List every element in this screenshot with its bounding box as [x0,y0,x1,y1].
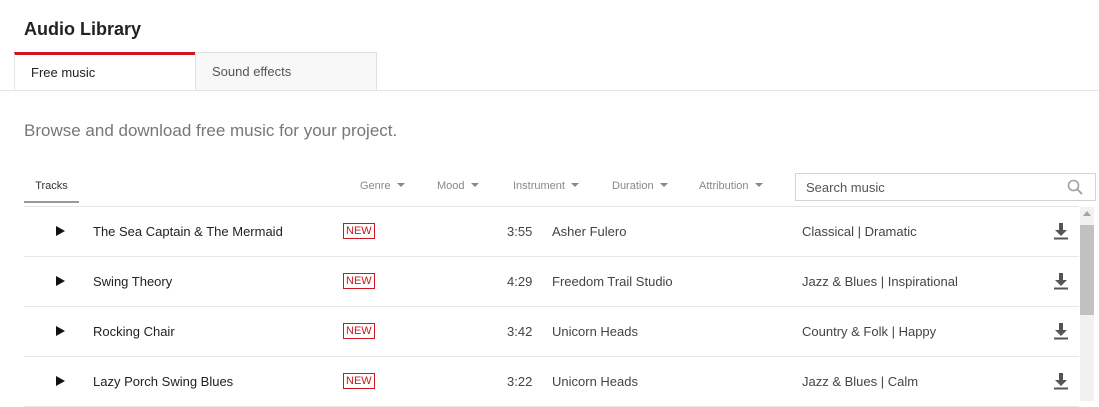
tab-sound-effects[interactable]: Sound effects [195,52,377,90]
download-icon[interactable] [1053,322,1069,340]
track-genre-mood: Jazz & Blues | Calm [802,374,919,389]
track-genre-mood: Country & Folk | Happy [802,324,937,339]
filter-mood-label: Mood [437,180,465,192]
track-row[interactable]: Swing Theory NEW 4:29 Freedom Trail Stud… [24,257,1079,307]
track-duration: 3:22 [507,374,533,389]
play-icon[interactable] [54,225,66,237]
filter-instrument[interactable]: Instrument [513,172,579,200]
track-artist: Freedom Trail Studio [552,274,673,289]
scroll-up-arrow-icon[interactable] [1083,211,1091,216]
filter-instrument-label: Instrument [513,180,565,192]
chevron-down-icon [570,183,579,187]
track-title: Swing Theory [93,274,173,289]
tab-free-music[interactable]: Free music [14,52,195,91]
track-artist: Asher Fulero [552,224,627,239]
page-subtitle: Browse and download free music for your … [24,121,398,140]
filter-duration-label: Duration [612,180,654,192]
search-input[interactable] [796,174,1066,200]
download-icon[interactable] [1053,222,1069,240]
page-title: Audio Library [24,19,142,39]
filter-attribution[interactable]: Attribution [699,172,763,200]
scrollbar-thumb[interactable] [1080,225,1094,315]
tabs-divider [0,90,1099,91]
track-row[interactable]: Lazy Porch Swing Blues NEW 3:22 Unicorn … [24,357,1079,407]
download-icon[interactable] [1053,272,1069,290]
track-row[interactable]: Rocking Chair NEW 3:42 Unicorn Heads Cou… [24,307,1079,357]
new-badge: NEW [343,373,375,389]
track-genre-mood: Classical | Dramatic [802,224,917,239]
filter-duration[interactable]: Duration [612,172,668,200]
track-artist: Unicorn Heads [552,374,638,389]
chevron-down-icon [754,183,763,187]
scrollbar[interactable] [1080,207,1094,401]
filter-genre-label: Genre [360,180,391,192]
search-icon[interactable] [1067,179,1083,195]
track-duration: 3:55 [507,224,533,239]
track-title: Lazy Porch Swing Blues [93,374,234,389]
track-row[interactable]: The Sea Captain & The Mermaid NEW 3:55 A… [24,207,1079,257]
new-badge: NEW [343,273,375,289]
play-icon[interactable] [54,375,66,387]
new-badge: NEW [343,223,375,239]
track-title: Rocking Chair [93,324,175,339]
filter-attribution-label: Attribution [699,180,749,192]
track-genre-mood: Jazz & Blues | Inspirational [802,274,958,289]
track-duration: 4:29 [507,274,533,289]
new-badge: NEW [343,323,375,339]
track-title: The Sea Captain & The Mermaid [93,224,283,239]
search-box [795,173,1096,201]
chevron-down-icon [396,183,405,187]
filter-genre[interactable]: Genre [360,172,405,200]
track-duration: 3:42 [507,324,533,339]
chevron-down-icon [470,183,479,187]
filter-mood[interactable]: Mood [437,172,479,200]
chevron-down-icon [659,183,668,187]
download-icon[interactable] [1053,372,1069,390]
play-icon[interactable] [54,325,66,337]
tracks-tab[interactable]: Tracks [24,172,79,203]
track-artist: Unicorn Heads [552,324,638,339]
play-icon[interactable] [54,275,66,287]
